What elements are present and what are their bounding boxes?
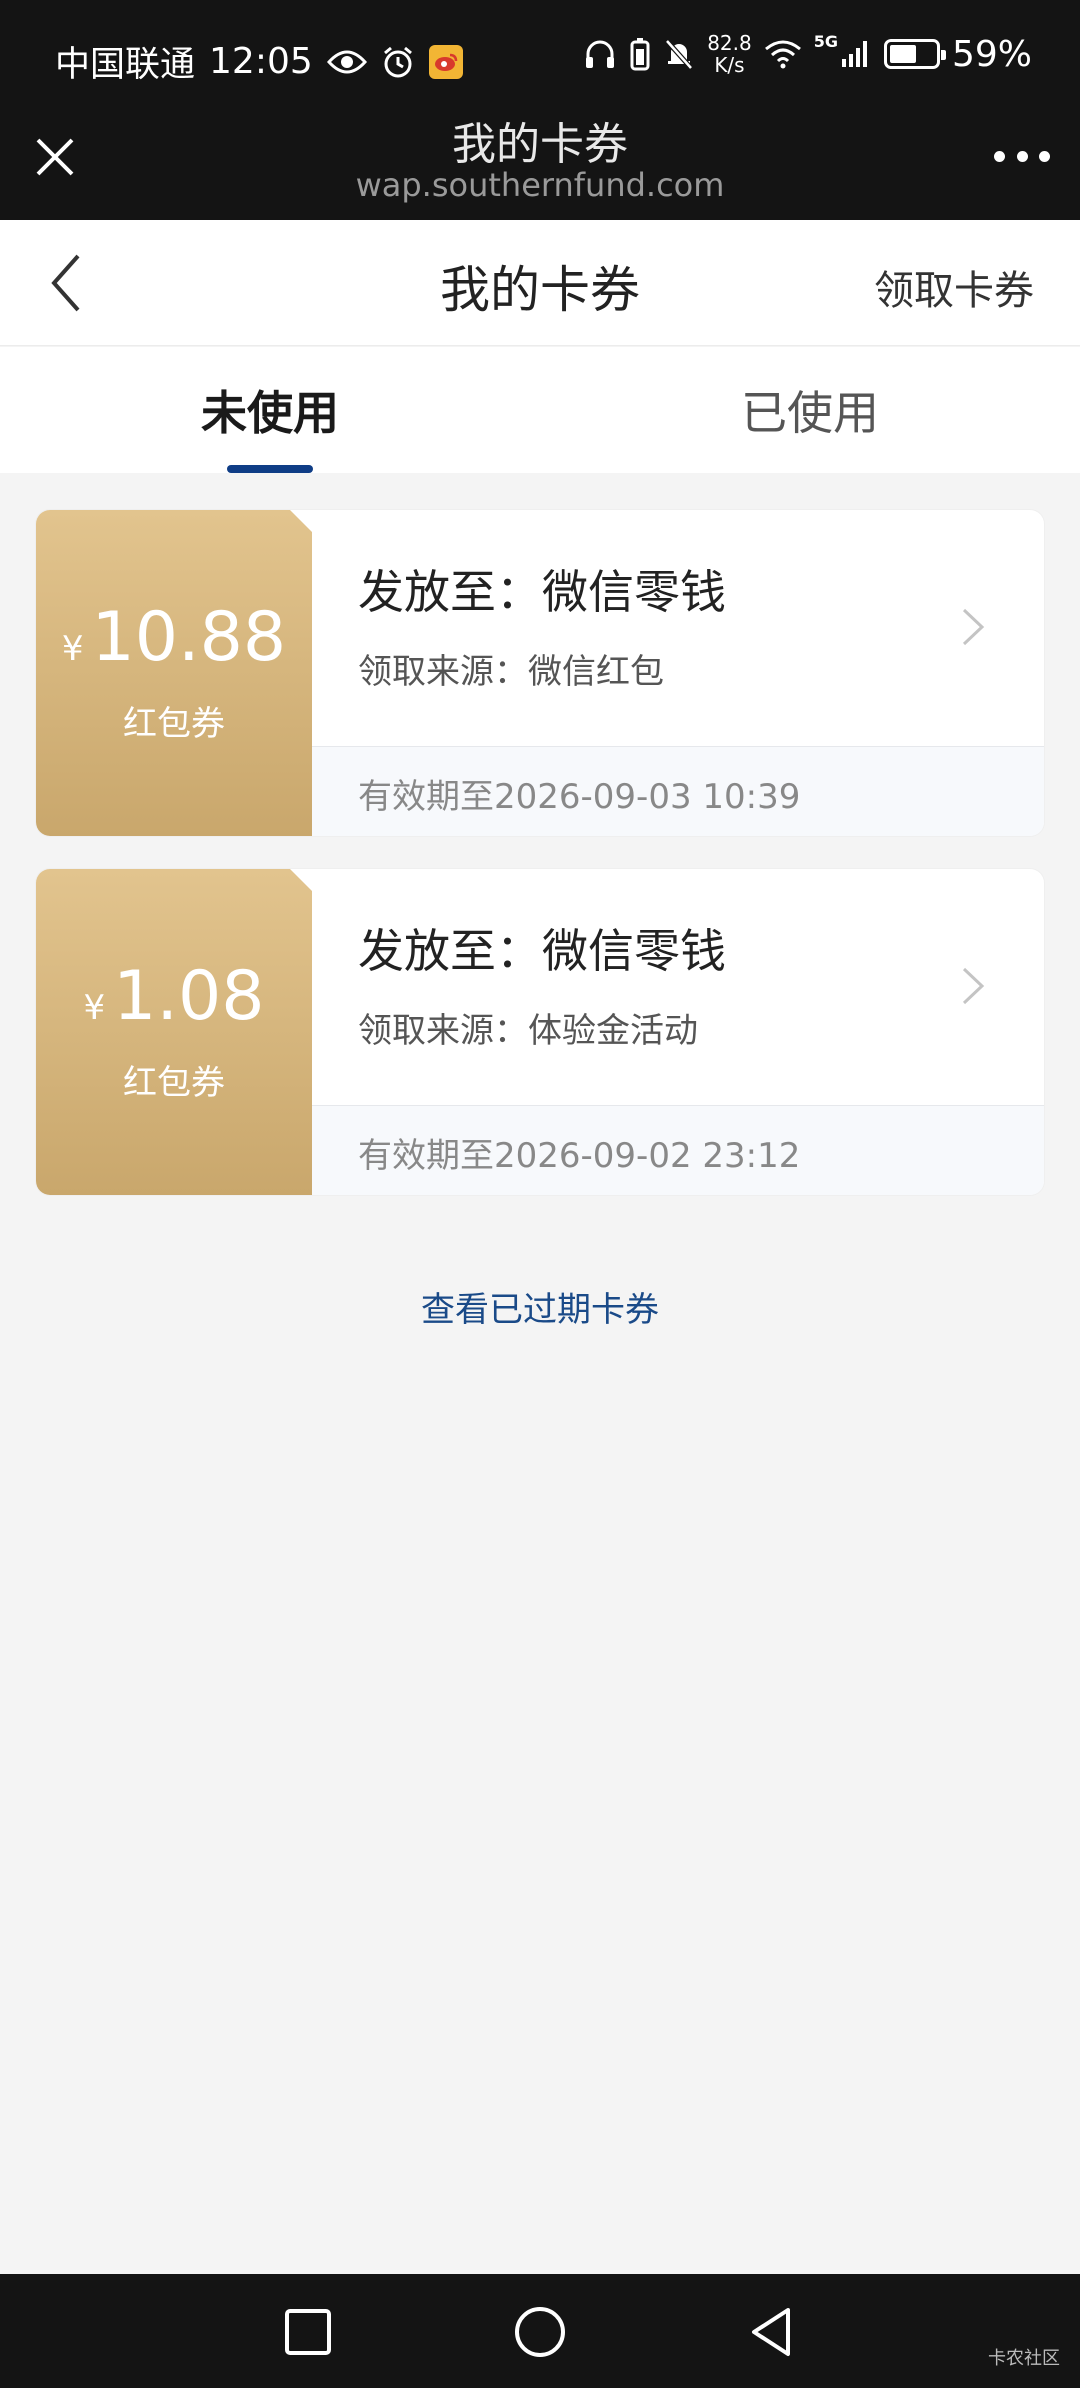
more-options-icon[interactable] — [994, 136, 1050, 176]
currency-symbol: ¥ — [83, 988, 106, 1028]
currency-symbol: ¥ — [61, 629, 84, 669]
battery-percent: 59% — [951, 33, 1032, 75]
more-dot — [1016, 150, 1028, 162]
weibo-icon — [428, 44, 463, 79]
signal-bars-icon — [841, 41, 867, 67]
coupon-value-panel: ¥ 10.88 红包券 — [36, 510, 312, 836]
coupon-type: 红包券 — [123, 1063, 225, 1103]
view-expired-coupons-link[interactable]: 查看已过期卡券 — [0, 1282, 1080, 1331]
net-speed-unit: K/s — [714, 53, 745, 77]
coupon-source: 领取来源：微信红包 — [358, 652, 664, 692]
page-header: 我的卡券 领取卡券 — [0, 220, 1080, 346]
watermark: 卡农社区 — [988, 2348, 1060, 2369]
back-icon[interactable] — [742, 2302, 802, 2362]
status-bar: 中国联通 12:05 82.8 K/s 5G 59% — [0, 0, 1080, 120]
tab-label: 已使用 — [741, 386, 879, 440]
mute-bell-icon — [665, 39, 694, 70]
coupon-destination: 发放至：微信零钱 — [358, 924, 726, 978]
tab-unused[interactable]: 未使用 — [0, 347, 540, 473]
status-right: 82.8 K/s 5G 59% — [583, 32, 1032, 76]
coupon-type: 红包券 — [123, 704, 225, 744]
coupon-amount: 10.88 — [91, 598, 287, 677]
coupon-card[interactable]: ¥ 10.88 红包券 发放至：微信零钱 领取来源：微信红包 有效期至2026-… — [36, 510, 1044, 836]
phone-battery-icon — [630, 38, 650, 71]
coupon-validity: 有效期至2026-09-02 23:12 — [312, 1105, 1044, 1195]
coupon-card[interactable]: ¥ 1.08 红包券 发放至：微信零钱 领取来源：体验金活动 有效期至2026-… — [36, 869, 1044, 1195]
eye-icon — [326, 50, 367, 73]
coupon-validity: 有效期至2026-09-03 10:39 — [312, 746, 1044, 836]
status-left: 中国联通 12:05 — [55, 36, 463, 87]
tab-label: 未使用 — [201, 386, 339, 440]
more-dot — [1039, 150, 1050, 162]
coupon-details: 发放至：微信零钱 领取来源：体验金活动 有效期至2026-09-02 23:12 — [312, 869, 1044, 1195]
coupon-details: 发放至：微信零钱 领取来源：微信红包 有效期至2026-09-03 10:39 — [312, 510, 1044, 836]
tab-bar: 未使用 已使用 — [0, 347, 1080, 473]
battery-fill — [889, 45, 916, 63]
claim-coupons-button[interactable]: 领取卡券 — [874, 258, 1034, 316]
browser-title: 我的卡券 — [452, 119, 628, 170]
more-dot — [994, 150, 1005, 162]
coupon-value-panel: ¥ 1.08 红包券 — [36, 869, 312, 1195]
coupon-amount-row: ¥ 1.08 — [36, 957, 312, 1036]
headphones-icon — [586, 40, 615, 68]
network-type-label: 5G — [813, 32, 838, 51]
tab-used[interactable]: 已使用 — [540, 347, 1080, 473]
chevron-right-icon[interactable] — [958, 602, 988, 652]
home-icon[interactable] — [510, 2302, 570, 2362]
browser-bar: 我的卡券 wap.southernfund.com — [0, 119, 1080, 220]
battery-icon — [883, 39, 946, 69]
carrier-name: 中国联通 — [55, 45, 196, 85]
coupon-source: 领取来源：体验金活动 — [358, 1011, 698, 1051]
clock-time: 12:05 — [209, 41, 313, 82]
browser-url: wap.southernfund.com — [355, 166, 725, 204]
net-speed-value: 82.8 — [707, 31, 752, 55]
wifi-icon — [764, 40, 801, 69]
recent-apps-icon[interactable] — [278, 2302, 338, 2362]
network-speed: 82.8 K/s — [707, 32, 752, 76]
chevron-right-icon[interactable] — [958, 961, 988, 1011]
alarm-icon — [383, 46, 412, 77]
system-nav-bar: 卡农社区 — [0, 2274, 1080, 2388]
active-tab-indicator — [227, 465, 313, 473]
coupon-amount: 1.08 — [113, 957, 265, 1036]
coupon-destination: 发放至：微信零钱 — [358, 565, 726, 619]
coupon-amount-row: ¥ 10.88 — [36, 598, 312, 677]
